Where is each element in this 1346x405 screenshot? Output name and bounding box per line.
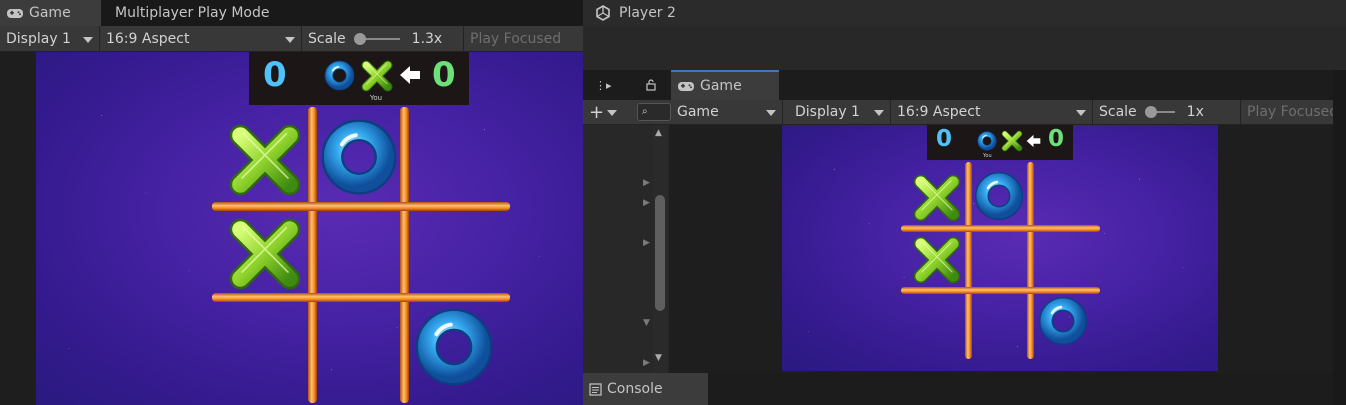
board-cell-1-o[interactable] [974, 171, 1024, 221]
grid-line-v1 [965, 162, 972, 359]
right-score-player2: 0 [1048, 126, 1065, 152]
console-icon [589, 382, 602, 396]
right-scale-value: 1x [1186, 104, 1204, 120]
starfield [782, 125, 1218, 371]
tree-arrows: ▶ ▶ ▶ ▼ ▶ [643, 178, 650, 368]
right-view-dropdown[interactable]: Game [671, 100, 783, 124]
gamepad-icon [678, 82, 694, 91]
board-cell-8-o[interactable] [1038, 296, 1088, 346]
right-window-titlebar: Player 2 [583, 0, 1346, 26]
hierarchy-panel: ▶ ▶ ▶ ▼ ▶ ▲ ▼ [583, 125, 669, 373]
board-cell-3-x[interactable] [910, 233, 964, 287]
tab-multiplayer-play-mode[interactable]: Multiplayer Play Mode [109, 0, 275, 26]
gamepad-icon [7, 9, 23, 18]
right-aspect-label: 16:9 Aspect [897, 104, 981, 120]
search-icon: ⌕ [642, 106, 648, 117]
slider-knob[interactable] [353, 32, 366, 45]
left-aspect-dropdown[interactable]: 16:9 Aspect [100, 26, 302, 51]
left-viewport-margin [0, 52, 36, 405]
right-display-label: Display 1 [795, 104, 860, 120]
search-field[interactable]: ⌕ [637, 103, 671, 121]
plus-icon: + [589, 101, 605, 123]
hierarchy-search-input[interactable]: ⌕ [637, 100, 671, 124]
chevron-down-icon [285, 36, 295, 43]
left-aspect-label: 16:9 Aspect [106, 30, 190, 47]
chevron-down-icon [874, 110, 884, 116]
lock-button[interactable] [639, 70, 669, 100]
right-display-dropdown[interactable]: Display 1 [789, 100, 891, 124]
lock-icon [646, 79, 656, 91]
o-mark-icon [977, 131, 997, 151]
left-score-player2: 0 [432, 55, 456, 95]
left-game-toolbar: Display 1 16:9 Aspect Scale 1.3x Play Fo… [0, 26, 583, 52]
right-play-focused-button[interactable]: Play Focused [1241, 100, 1333, 124]
x-mark-icon [1000, 129, 1024, 153]
chevron-down-icon [766, 110, 776, 116]
tab-game-right-label: Game [700, 78, 742, 94]
right-play-focused-label: Play Focused [1247, 104, 1333, 120]
unity-cube-icon [596, 5, 610, 21]
grid-line-h2 [901, 287, 1100, 294]
board-cell-0-x[interactable] [910, 171, 964, 225]
scroll-up-arrow[interactable]: ▲ [655, 128, 662, 138]
x-mark-icon [359, 58, 395, 94]
left-scale-slider[interactable] [353, 32, 400, 45]
left-play-focused-label: Play Focused [470, 30, 562, 47]
chevron-down-icon [1076, 110, 1086, 116]
board-cell-0-x[interactable] [224, 119, 306, 201]
slider-knob[interactable] [1144, 106, 1157, 118]
left-display-dropdown[interactable]: Display 1 [0, 26, 100, 51]
hierarchy-scrollbar[interactable]: ▲ ▼ [653, 125, 667, 373]
left-scale-value: 1.3x [411, 30, 443, 47]
add-button[interactable]: + [583, 100, 629, 124]
chevron-down-icon [83, 36, 93, 43]
right-scale-label: Scale [1099, 104, 1137, 120]
scroll-down-arrow[interactable]: ▼ [655, 353, 662, 363]
o-mark-icon [324, 60, 355, 91]
turn-arrow-icon [1026, 134, 1041, 148]
right-window-title: Player 2 [619, 5, 676, 21]
right-scale-slider[interactable] [1144, 106, 1175, 118]
grid-line-v2 [1027, 162, 1034, 359]
left-play-focused-button[interactable]: Play Focused [464, 26, 583, 51]
right-aspect-dropdown[interactable]: 16:9 Aspect [891, 100, 1093, 124]
grid-line-h1 [212, 202, 510, 211]
console-tab-bar: Console [583, 373, 1333, 405]
grid-line-v1 [308, 107, 317, 403]
right-window-spacer [583, 26, 1346, 70]
left-scoreboard: 0 You 0 [249, 52, 469, 105]
tab-multiplayer-label: Multiplayer Play Mode [115, 5, 270, 21]
right-tab-bar: ⋮▸ Game [583, 70, 1333, 100]
left-display-label: Display 1 [6, 30, 71, 47]
tab-console[interactable]: Console [583, 373, 708, 405]
right-scale-control[interactable]: Scale 1x [1093, 100, 1241, 124]
left-you-label: You [370, 94, 383, 102]
scroll-thumb[interactable] [655, 195, 665, 311]
board-cell-1-o[interactable] [320, 118, 398, 196]
right-scoreboard: 0 You 0 [927, 125, 1073, 160]
right-you-label: You [983, 153, 992, 159]
right-score-player1: 0 [936, 126, 953, 152]
turn-arrow-icon [400, 66, 420, 84]
dots-icon: ⋮▸ [595, 78, 612, 92]
tab-game-right[interactable]: Game [671, 70, 779, 100]
right-game-view[interactable]: 0 You 0 [782, 125, 1218, 371]
right-view-label: Game [677, 104, 719, 120]
board-cell-3-x[interactable] [224, 213, 306, 295]
tab-console-label: Console [607, 381, 663, 397]
grid-line-v2 [400, 107, 409, 403]
tab-game-left[interactable]: Game [0, 0, 101, 26]
tab-game-left-label: Game [29, 5, 71, 21]
right-game-toolbar: + ⌕ Game Display 1 16:9 Aspect Scale 1x … [583, 100, 1333, 125]
left-scale-control[interactable]: Scale 1.3x [302, 26, 464, 51]
grid-line-h1 [901, 225, 1100, 232]
left-tab-bar: Game Multiplayer Play Mode [0, 0, 583, 26]
left-game-view[interactable]: 0 You 0 [36, 52, 583, 405]
left-score-player1: 0 [263, 55, 287, 95]
right-edge [1333, 70, 1346, 405]
panel-menu-button[interactable]: ⋮▸ [589, 70, 619, 100]
chevron-down-icon [607, 110, 617, 116]
left-scale-label: Scale [308, 30, 346, 47]
board-cell-8-o[interactable] [414, 307, 494, 387]
